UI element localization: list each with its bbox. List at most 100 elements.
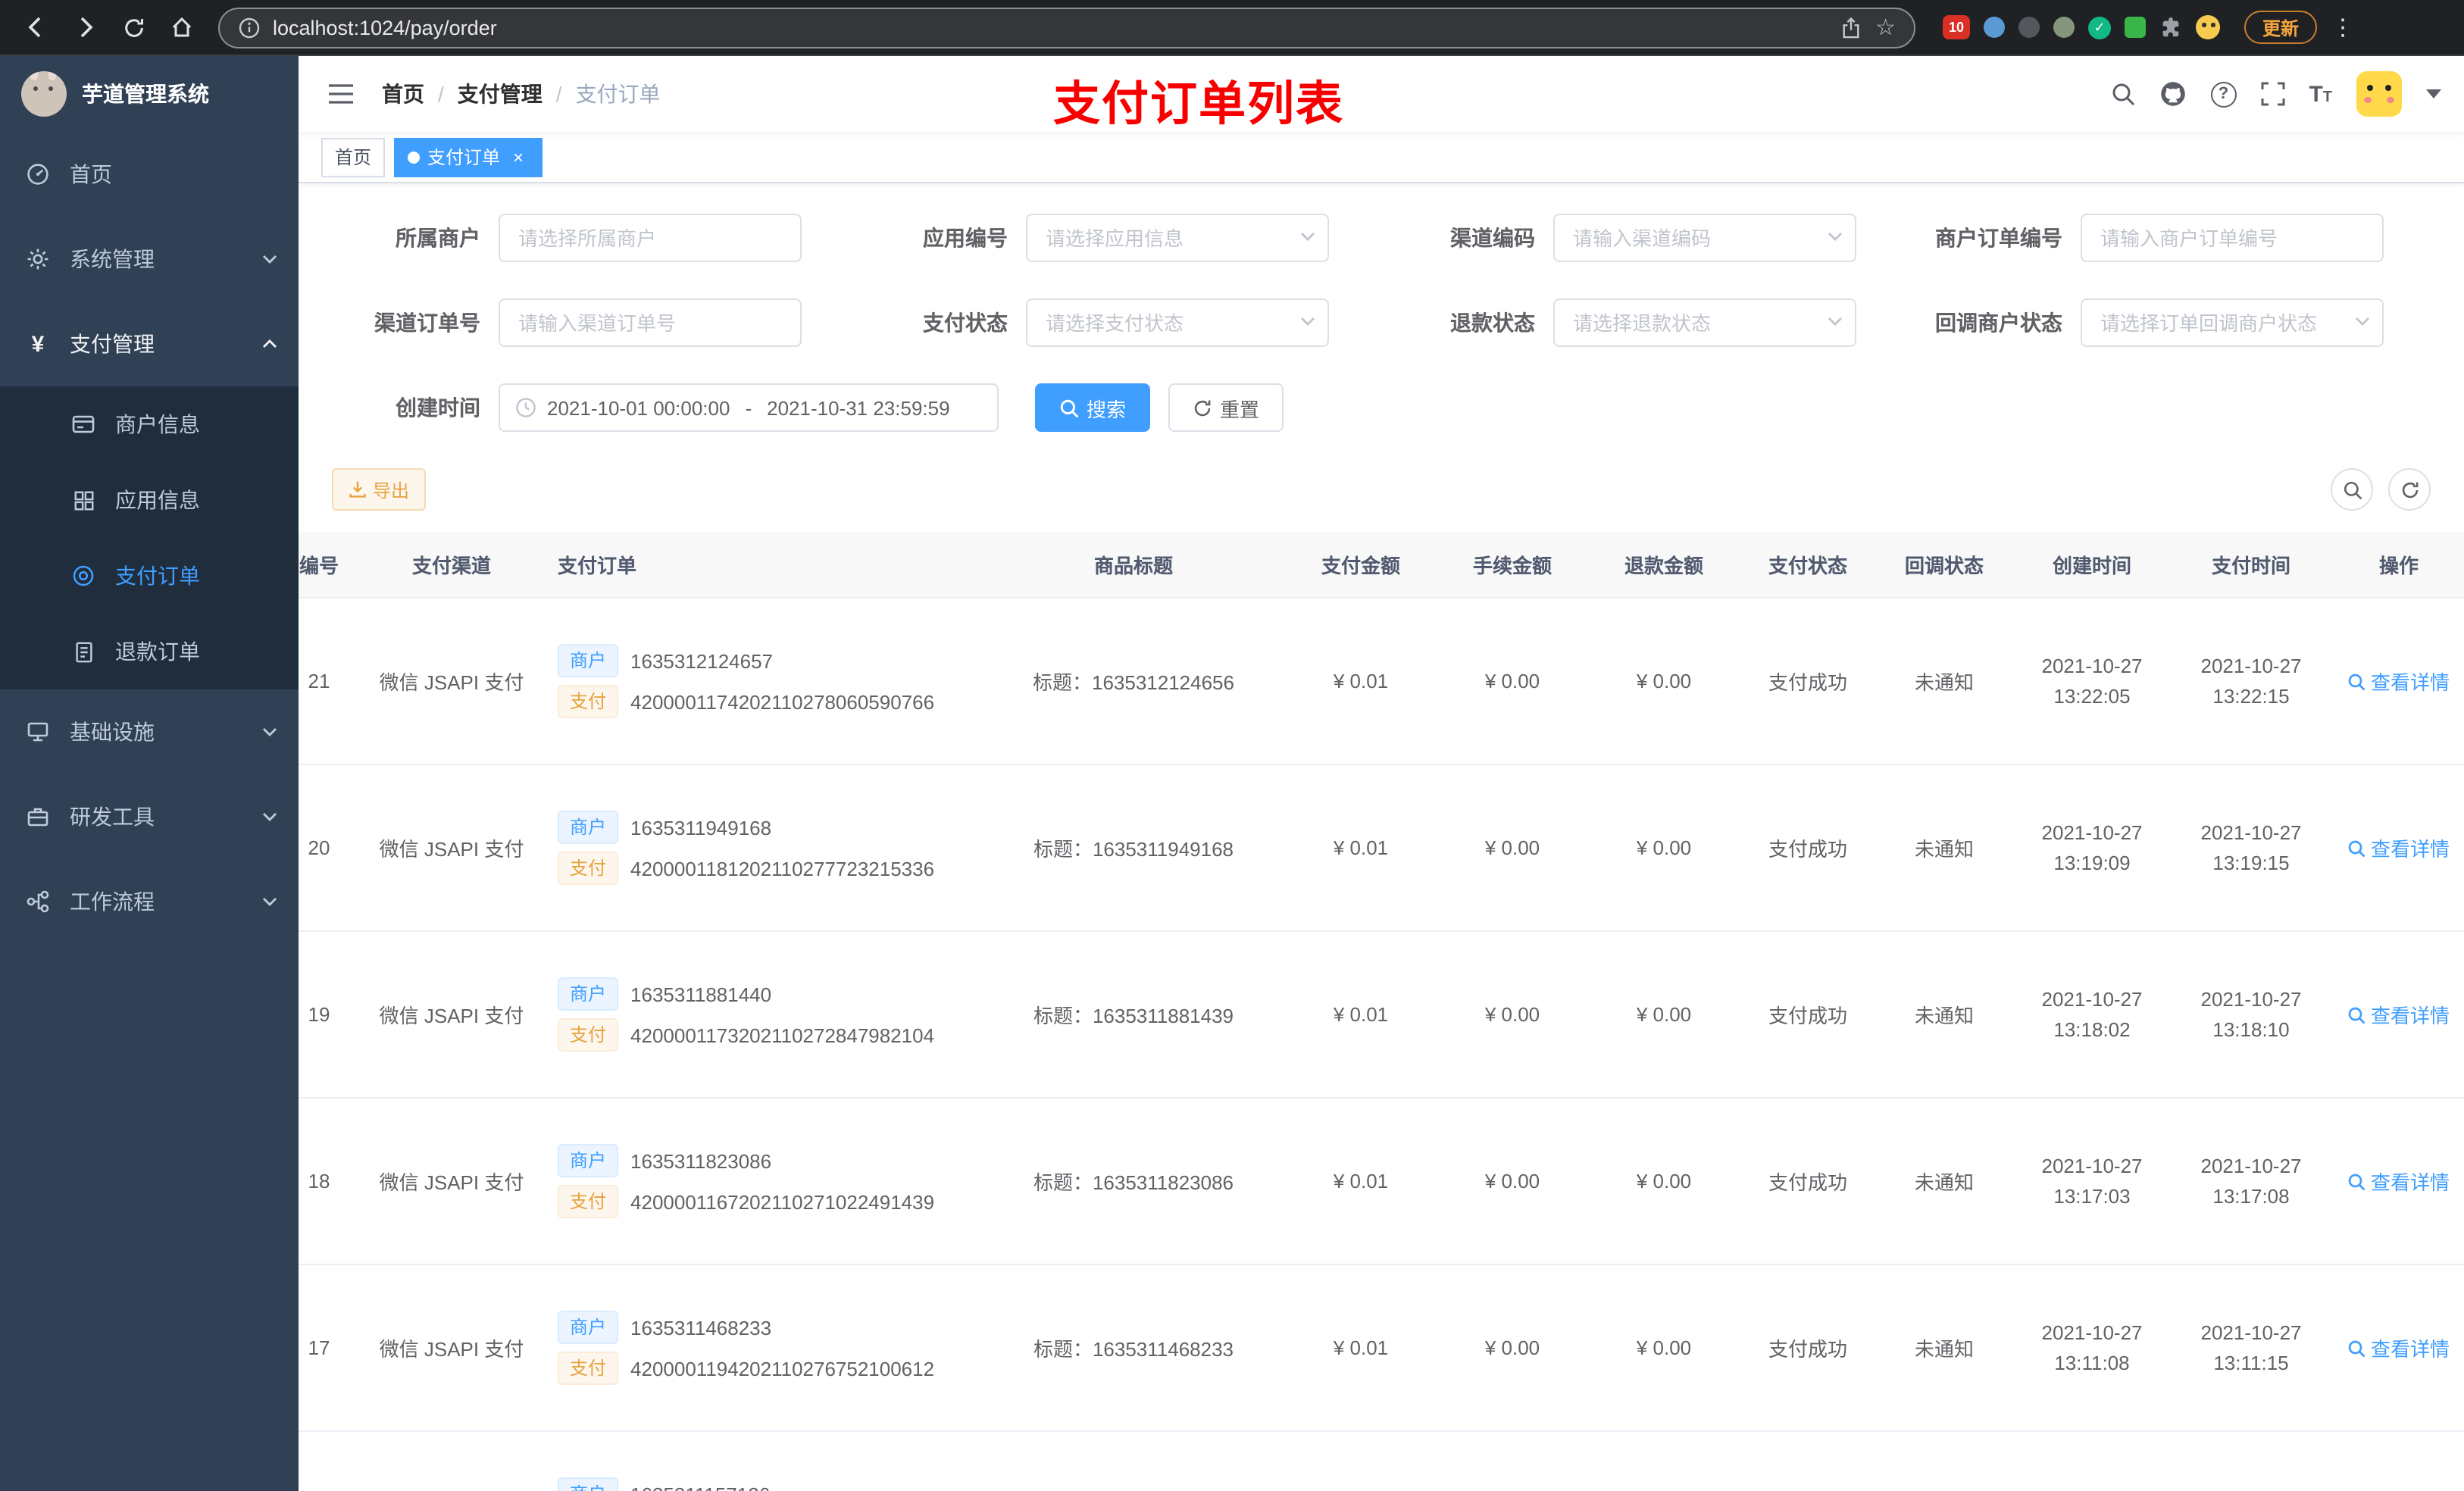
view-detail-label: 查看详情 [2370,1171,2450,1194]
view-detail-link[interactable]: 查看详情 [2348,667,2450,695]
table-row: 19 微信 JSAPI 支付 商户 1635311881440 支付 42000… [299,932,2464,1099]
breadcrumb: 首页 / 支付管理 / 支付订单 [382,79,661,109]
sidebar-item-refund-order[interactable]: 退款订单 [0,614,299,689]
back-icon[interactable] [15,6,58,48]
cell-refund: ¥ 0.00 [1636,836,1692,859]
date-range-input[interactable]: 2021-10-01 00:00:00 - 2021-10-31 23:59:5… [499,383,999,432]
merchant-select[interactable] [499,214,802,262]
view-detail-link[interactable]: 查看详情 [2348,1000,2450,1029]
search-button-label: 搜索 [1087,398,1127,420]
column-header: 支付时间 [2211,555,2290,577]
pay-status-select[interactable] [1026,299,1329,347]
chevron-down-icon[interactable] [2426,89,2441,98]
cell-id: 20 [308,836,330,859]
sidebar-item-payment[interactable]: ¥ 支付管理 [0,302,299,386]
user-avatar[interactable] [2356,71,2402,117]
home-icon[interactable] [161,6,203,48]
forward-icon[interactable] [64,6,106,48]
close-icon[interactable]: × [508,146,529,167]
browser-menu-icon[interactable]: ⋮ [2329,14,2356,41]
tab-pay-order[interactable]: 支付订单 × [394,137,543,177]
browser-update-button[interactable]: 更新 [2244,11,2318,44]
extension-face-icon[interactable] [2196,15,2220,39]
merchant-order-no-input[interactable] [2081,214,2384,262]
cell-fee: ¥ 0.00 [1484,1170,1540,1192]
column-header: 编号 [299,555,339,577]
channel-order-no-input[interactable] [499,299,802,347]
extension-drop-icon[interactable] [1984,17,2005,38]
notify-status-select[interactable] [2081,299,2384,347]
app-logo[interactable]: 芋道管理系统 [0,56,299,132]
extensions-puzzle-icon[interactable] [2159,16,2182,39]
merchant-order-no: 1635312124657 [630,649,774,672]
extension-olive-icon[interactable] [2053,17,2075,38]
extension-badge-icon[interactable]: 10 [1943,15,1970,39]
help-icon[interactable]: ? [2210,81,2237,107]
sidebar-item-label: 工作流程 [70,889,155,914]
sidebar: 芋道管理系统 首页 系统管理 ¥ 支付管理 商户信息 应用信息 支付订单 退款订… [0,56,299,1491]
filter-label: 退款状态 [1450,311,1535,335]
view-detail-link[interactable]: 查看详情 [2348,1167,2450,1196]
refund-status-select[interactable] [1553,299,1856,347]
refresh-icon [2401,481,2418,498]
toggle-search-button[interactable] [2331,468,2373,511]
cell-title: 标题：1635311823086 [1033,1171,1234,1194]
cell-refund: ¥ 0.00 [1636,670,1692,692]
filter-label: 商户订单编号 [1935,226,2062,250]
logo-avatar [21,71,67,117]
merchant-tag: 商户 [558,644,619,677]
cell-actions: 查看详情 [2331,1000,2464,1029]
filter-label: 渠道订单号 [374,311,480,335]
cell-fee: ¥ 0.00 [1484,1336,1540,1359]
column-header: 创建时间 [2052,555,2131,577]
extension-green-icon[interactable] [2125,17,2146,38]
extension-check-icon[interactable]: ✓ [2088,16,2111,39]
sidebar-toggle-icon[interactable] [321,76,361,112]
url-text[interactable]: localhost:1024/pay/order [273,16,1828,39]
info-icon[interactable] [238,16,261,39]
channel-code-select[interactable] [1553,214,1856,262]
tab-home[interactable]: 首页 [321,137,386,177]
cell-notify-status: 未通知 [1914,1338,1974,1361]
github-icon[interactable] [2159,80,2186,108]
view-detail-link[interactable]: 查看详情 [2348,833,2450,862]
refresh-table-button[interactable] [2388,468,2431,511]
sidebar-item-pay-order[interactable]: 支付订单 [0,538,299,614]
sidebar-item-home[interactable]: 首页 [0,132,299,217]
cell-status: 支付成功 [1768,1338,1847,1361]
sidebar-item-system[interactable]: 系统管理 [0,217,299,302]
chevron-up-icon [262,339,277,349]
cell-pay-order: 商户 1635311468233 支付 42000011942021102767… [543,1303,982,1393]
sidebar-item-app-info[interactable]: 应用信息 [0,462,299,538]
bullseye-icon [70,564,97,588]
paid-time: 13:11:15 [2213,1351,2289,1374]
font-size-icon[interactable]: TT [2309,83,2332,105]
cell-paid-time: 2021-10-27 13:17:08 [2172,1151,2331,1211]
cell-actions: 查看详情 [2331,1333,2464,1362]
sidebar-item-devtools[interactable]: 研发工具 [0,774,299,859]
breadcrumb-separator: / [555,82,562,106]
address-bar[interactable]: localhost:1024/pay/order ☆ [218,7,1915,48]
search-icon[interactable] [2110,82,2134,106]
view-detail-link[interactable]: 查看详情 [2348,1333,2450,1362]
extension-dark-icon[interactable] [2018,17,2040,38]
share-icon[interactable] [1840,16,1860,39]
breadcrumb-item[interactable]: 支付管理 [458,79,543,109]
cell-actions: 查看详情 [2331,1167,2464,1196]
browser-toolbar: localhost:1024/pay/order ☆ 10 ✓ 更新 ⋮ [0,0,2464,56]
search-button[interactable]: 搜索 [1035,383,1151,432]
cell-created-time: 2021-10-27 13:22:05 [2012,651,2172,711]
cell-channel: 微信 JSAPI 支付 [379,838,524,861]
sidebar-item-infra[interactable]: 基础设施 [0,689,299,774]
sidebar-item-workflow[interactable]: 工作流程 [0,859,299,944]
cell-amount: ¥ 0.01 [1333,836,1389,859]
fullscreen-icon[interactable] [2260,82,2284,106]
export-button[interactable]: 导出 [332,468,427,511]
app-no-select[interactable] [1026,214,1329,262]
bookmark-star-icon[interactable]: ☆ [1875,16,1896,39]
reload-icon[interactable] [112,6,155,48]
cell-pay-order: 商户 1635311881440 支付 42000011732021102728… [543,970,982,1059]
reset-button[interactable]: 重置 [1168,383,1284,432]
breadcrumb-item[interactable]: 首页 [382,79,424,109]
sidebar-item-merchant-info[interactable]: 商户信息 [0,386,299,462]
